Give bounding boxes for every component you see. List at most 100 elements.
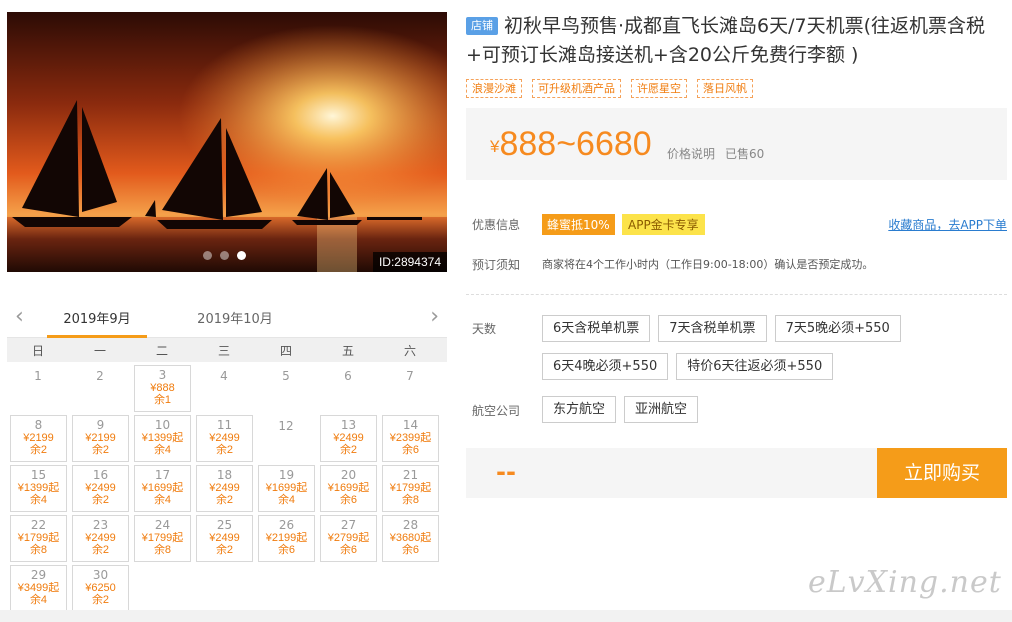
calendar-day-available[interactable]: 9 ¥2199 余2 xyxy=(69,412,131,462)
day-number: 6 xyxy=(344,369,352,383)
day-price: ¥2799起 xyxy=(327,532,370,544)
day-option[interactable]: 7天含税单机票 xyxy=(658,315,767,342)
product-photo[interactable]: ID:2894374 xyxy=(7,12,447,272)
calendar-day-box[interactable]: 27 ¥2799起 余6 xyxy=(320,515,377,562)
calendar-day-available[interactable]: 22 ¥1799起 余8 xyxy=(7,512,69,562)
divider xyxy=(466,294,1007,295)
day-remaining: 余4 xyxy=(29,594,48,606)
calendar-day-box[interactable]: 29 ¥3499起 余4 xyxy=(10,565,67,612)
calendar-day-box[interactable]: 19 ¥1699起 余4 xyxy=(258,465,315,512)
calendar-day-available[interactable]: 13 ¥2499 余2 xyxy=(317,412,379,462)
day-number: 12 xyxy=(278,419,294,433)
calendar-day-box[interactable]: 30 ¥6250 余2 xyxy=(72,565,129,612)
calendar-day-box[interactable]: 13 ¥2499 余2 xyxy=(320,415,377,462)
calendar-day-available[interactable]: 8 ¥2199 余2 xyxy=(7,412,69,462)
day-price: ¥1399起 xyxy=(17,482,60,494)
price-note-link[interactable]: 价格说明 xyxy=(667,145,715,162)
calendar-day-box[interactable]: 14 ¥2399起 余6 xyxy=(382,415,439,462)
calendar-day-available[interactable]: 14 ¥2399起 余6 xyxy=(379,412,441,462)
calendar-day-box[interactable]: 23 ¥2499 余2 xyxy=(72,515,129,562)
day-number: 10 xyxy=(154,418,171,432)
favorite-link[interactable]: 收藏商品，去APP下单 xyxy=(888,216,1007,233)
day-number: 5 xyxy=(282,369,290,383)
calendar-day-box[interactable]: 3 ¥888 余1 xyxy=(134,365,191,412)
calendar-day-available[interactable]: 25 ¥2499 余2 xyxy=(193,512,255,562)
next-month-chevron-right-icon[interactable]: › xyxy=(430,304,439,329)
day-number: 4 xyxy=(220,369,228,383)
calendar-day-box[interactable]: 20 ¥1699起 余6 xyxy=(320,465,377,512)
calendar-day-available[interactable]: 3 ¥888 余1 xyxy=(131,362,193,412)
day-price: ¥2199 xyxy=(23,432,54,444)
calendar-day-box[interactable]: 24 ¥1799起 余8 xyxy=(134,515,191,562)
calendar-day-available[interactable]: 11 ¥2499 余2 xyxy=(193,412,255,462)
promo-badge-honey: 蜂蜜抵10% xyxy=(542,214,615,235)
carousel-dots[interactable] xyxy=(203,251,246,260)
day-remaining: 余2 xyxy=(215,494,234,506)
airline-option[interactable]: 东方航空 xyxy=(542,396,617,423)
calendar-day-available[interactable]: 21 ¥1799起 余8 xyxy=(379,462,441,512)
calendar-day-available[interactable]: 16 ¥2499 余2 xyxy=(69,462,131,512)
calendar-day-available[interactable]: 10 ¥1399起 余4 xyxy=(131,412,193,462)
day-price: ¥1399起 xyxy=(141,432,184,444)
days-label: 天数 xyxy=(472,322,497,336)
day-option[interactable]: 特价6天往返必须+550 xyxy=(676,353,834,380)
calendar-day-available[interactable]: 19 ¥1699起 余4 xyxy=(255,462,317,512)
day-price: ¥2499 xyxy=(209,532,240,544)
feature-tags: 浪漫沙滩 可升级机酒产品 许愿星空 落日风帆 xyxy=(466,79,1007,98)
weekday-label: 六 xyxy=(403,343,416,358)
calendar-day-available[interactable]: 15 ¥1399起 余4 xyxy=(7,462,69,512)
feature-tag: 落日风帆 xyxy=(697,79,753,98)
calendar-day-box[interactable]: 22 ¥1799起 余8 xyxy=(10,515,67,562)
calendar-day-box[interactable]: 17 ¥1699起 余4 xyxy=(134,465,191,512)
day-number: 16 xyxy=(92,468,109,482)
calendar-day-available[interactable]: 29 ¥3499起 余4 xyxy=(7,562,69,612)
calendar-day-box[interactable]: 11 ¥2499 余2 xyxy=(196,415,253,462)
day-remaining: 余2 xyxy=(91,494,110,506)
calendar-day-box[interactable]: 28 ¥3680起 余6 xyxy=(382,515,439,562)
carousel-dot[interactable] xyxy=(203,251,212,260)
calendar-day-box[interactable]: 25 ¥2499 余2 xyxy=(196,515,253,562)
day-price: ¥1699起 xyxy=(141,482,184,494)
calendar-day-box[interactable]: 8 ¥2199 余2 xyxy=(10,415,67,462)
calendar-day-available[interactable]: 18 ¥2499 余2 xyxy=(193,462,255,512)
calendar-day-box[interactable]: 15 ¥1399起 余4 xyxy=(10,465,67,512)
calendar-day-available[interactable]: 20 ¥1699起 余6 xyxy=(317,462,379,512)
day-remaining: 余2 xyxy=(215,544,234,556)
buy-now-button[interactable]: 立即购买 xyxy=(877,448,1007,498)
calendar-day-box[interactable]: 16 ¥2499 余2 xyxy=(72,465,129,512)
buy-bar: -- 立即购买 xyxy=(466,448,1007,498)
day-number: 7 xyxy=(406,369,414,383)
calendar-day-available[interactable]: 28 ¥3680起 余6 xyxy=(379,512,441,562)
day-number: 1 xyxy=(34,369,42,383)
day-option[interactable]: 6天4晚必须+550 xyxy=(542,353,669,380)
calendar-day-available[interactable]: 30 ¥6250 余2 xyxy=(69,562,131,612)
calendar-day-available[interactable]: 17 ¥1699起 余4 xyxy=(131,462,193,512)
calendar-day-box[interactable]: 26 ¥2199起 余6 xyxy=(258,515,315,562)
airline-option[interactable]: 亚洲航空 xyxy=(624,396,699,423)
day-option[interactable]: 7天5晚必须+550 xyxy=(774,315,901,342)
calendar-day-box[interactable]: 21 ¥1799起 余8 xyxy=(382,465,439,512)
tab-month-next[interactable]: 2019年10月 xyxy=(185,308,285,327)
calendar-day-available[interactable]: 26 ¥2199起 余6 xyxy=(255,512,317,562)
calendar-day-box[interactable]: 10 ¥1399起 余4 xyxy=(134,415,191,462)
calendar-day-available[interactable]: 27 ¥2799起 余6 xyxy=(317,512,379,562)
calendar-day-box[interactable]: 9 ¥2199 余2 xyxy=(72,415,129,462)
sunset-sailboat-image xyxy=(7,12,447,272)
calendar-day: 5 xyxy=(255,362,317,412)
carousel-dot-active[interactable] xyxy=(237,251,246,260)
day-remaining: 余2 xyxy=(91,594,110,606)
calendar-day-available[interactable]: 24 ¥1799起 余8 xyxy=(131,512,193,562)
calendar-day: 2 xyxy=(69,362,131,412)
calendar-day-box[interactable]: 18 ¥2499 余2 xyxy=(196,465,253,512)
tab-month-current[interactable]: 2019年9月 xyxy=(47,308,147,338)
prev-month-chevron-left-icon[interactable]: ‹ xyxy=(15,304,24,329)
day-price: ¥2499 xyxy=(333,432,364,444)
day-remaining: 余2 xyxy=(339,444,358,456)
day-option[interactable]: 6天含税单机票 xyxy=(542,315,651,342)
day-price: ¥2199起 xyxy=(265,532,308,544)
day-number: 15 xyxy=(30,468,47,482)
feature-tag: 浪漫沙滩 xyxy=(466,79,522,98)
carousel-dot[interactable] xyxy=(220,251,229,260)
calendar-day-available[interactable]: 23 ¥2499 余2 xyxy=(69,512,131,562)
photo-id-label: ID:2894374 xyxy=(372,252,447,272)
